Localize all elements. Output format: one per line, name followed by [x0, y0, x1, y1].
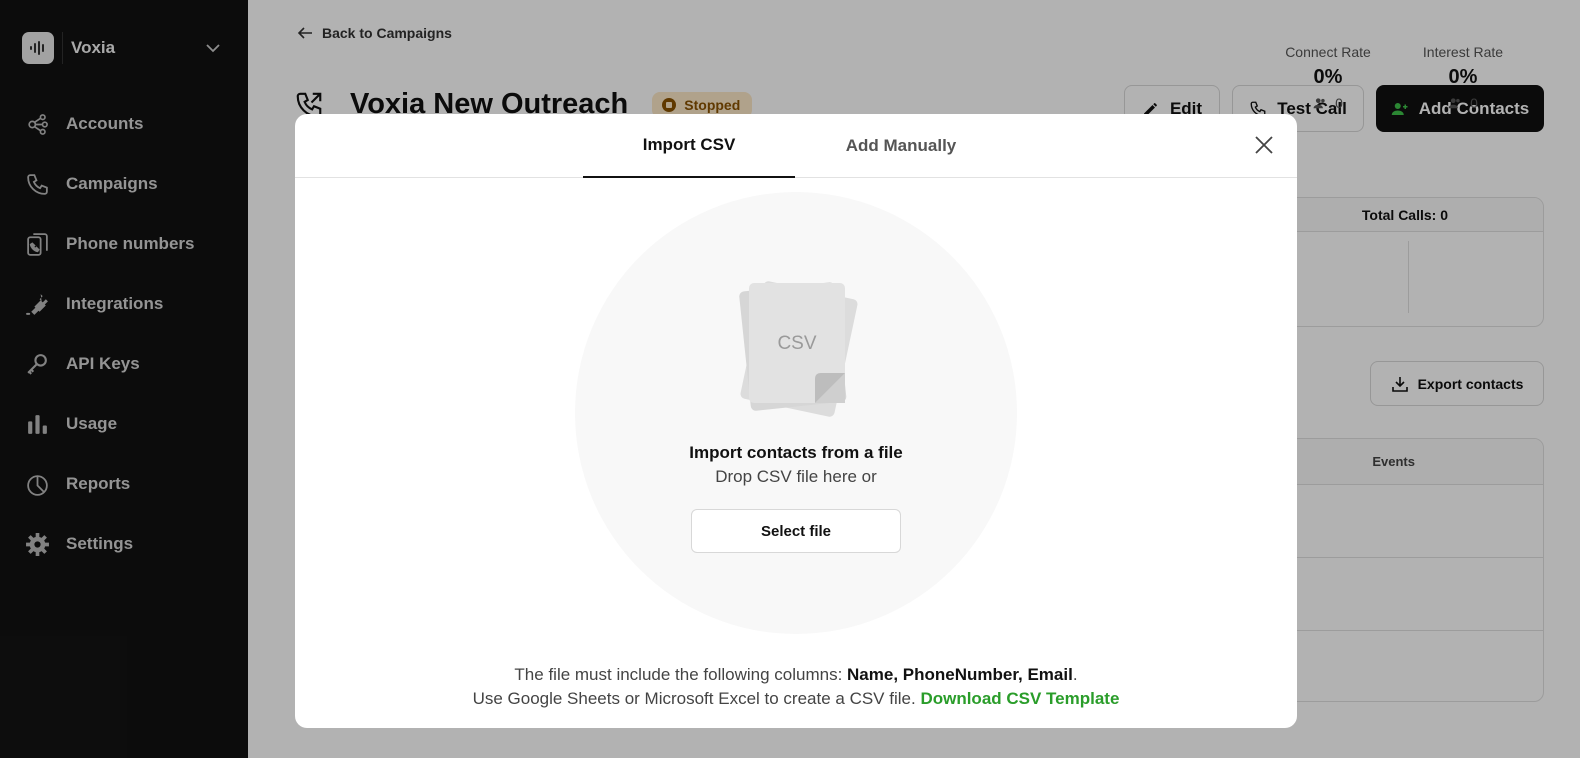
modal-tabs: Import CSV Add Manually: [295, 114, 1297, 178]
close-icon[interactable]: [1253, 134, 1275, 156]
download-template-link[interactable]: Download CSV Template: [920, 689, 1119, 708]
select-file-button[interactable]: Select file: [691, 509, 901, 553]
required-columns: Name, PhoneNumber, Email: [847, 665, 1073, 684]
add-contacts-modal: Import CSV Add Manually CSV Import conta…: [295, 114, 1297, 728]
csv-label: CSV: [777, 333, 816, 354]
template-note-prefix: Use Google Sheets or Microsoft Excel to …: [472, 689, 921, 708]
tab-add-manually[interactable]: Add Manually: [795, 114, 1007, 178]
columns-note-prefix: The file must include the following colu…: [514, 665, 848, 684]
tab-import-csv[interactable]: Import CSV: [583, 114, 795, 178]
csv-file-icon: CSV: [739, 281, 858, 417]
columns-note-suffix: .: [1072, 665, 1078, 684]
drop-title: Import contacts from a file: [689, 443, 903, 462]
drop-subtitle: Drop CSV file here or: [715, 467, 877, 486]
template-note: Use Google Sheets or Microsoft Excel to …: [295, 689, 1297, 709]
columns-note: The file must include the following colu…: [295, 665, 1297, 685]
